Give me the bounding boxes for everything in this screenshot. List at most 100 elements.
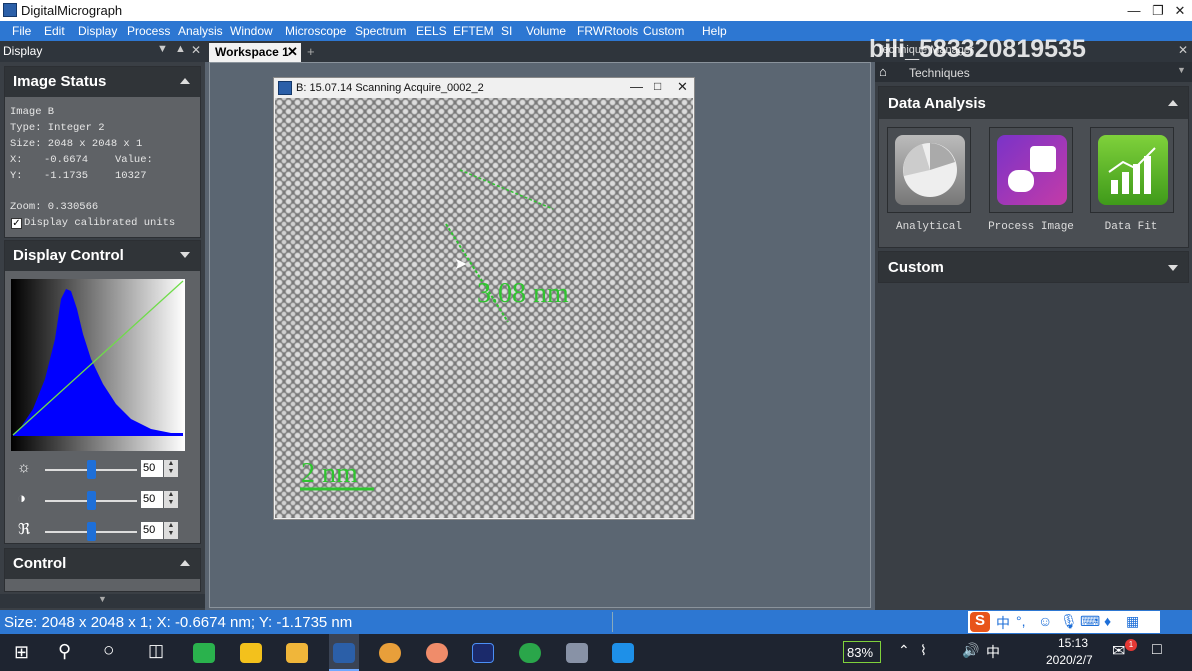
brightness-input[interactable]: 50 (141, 460, 163, 477)
custom-section-header[interactable]: Custom (878, 251, 1189, 283)
wifi-icon[interactable]: ⌇ (920, 642, 927, 659)
techniques-label: Techniques (909, 66, 970, 80)
contrast-input[interactable]: 50 (141, 491, 163, 508)
menu-help[interactable]: Help (702, 24, 727, 38)
gamma-stepper[interactable]: ▲ ▼ (164, 522, 178, 539)
menu-process[interactable]: Process (127, 24, 170, 38)
close-tab-icon[interactable]: ✕ (287, 44, 298, 60)
pinwheel-app-icon[interactable] (379, 643, 401, 663)
ime-mode[interactable]: 中 (996, 613, 1010, 633)
process-image-tile[interactable] (989, 127, 1073, 213)
image-window-title: B: 15.07.14 Scanning Acquire_0002_2 (296, 82, 484, 94)
add-tab-icon[interactable]: + (307, 44, 315, 59)
pin-icon[interactable]: ▲ (175, 43, 186, 55)
windows-start-icon[interactable]: ⊞ (14, 642, 29, 663)
menu-spectrum[interactable]: Spectrum (355, 24, 406, 38)
clock-time[interactable]: 15:13 (1058, 636, 1088, 650)
maximize-button[interactable]: ❐ (1146, 0, 1170, 21)
voice-icon[interactable]: 🎙 (1060, 613, 1078, 630)
calibrated-units-label: Display calibrated units (24, 217, 176, 229)
value-label: Value: (115, 154, 153, 166)
wps-icon[interactable] (612, 643, 634, 663)
photoshop-icon[interactable] (472, 643, 494, 663)
contrast-icon: ◑ (17, 490, 27, 507)
workspace-tab-label: Workspace 1 (215, 45, 289, 59)
task-view-icon[interactable]: ◫ (148, 641, 164, 661)
volume-icon[interactable]: 🔊 (962, 642, 979, 659)
histogram-plot[interactable] (11, 279, 185, 451)
gamma-input[interactable]: 50 (141, 522, 163, 539)
menu-eftem[interactable]: EFTEM (453, 24, 494, 38)
digitalmicrograph-taskbar-icon[interactable] (333, 643, 355, 663)
hrtem-image[interactable]: 3.08 nm 2 nm ➤ (275, 98, 693, 518)
process-image-label: Process Image (988, 221, 1074, 233)
wechat-icon[interactable] (193, 643, 215, 663)
menu-eels[interactable]: EELS (416, 24, 447, 38)
menu-si[interactable]: SI (501, 24, 512, 38)
close-right-panel-icon[interactable]: ✕ (1178, 43, 1188, 57)
clock-date[interactable]: 2020/2/7 (1046, 653, 1093, 667)
control-header[interactable]: Control (5, 549, 200, 579)
measurement-label[interactable]: 3.08 nm (477, 278, 569, 310)
panel-scroll-down[interactable]: ▼ (0, 594, 205, 608)
battery-indicator[interactable]: 83% (843, 641, 881, 663)
sogou-icon[interactable]: S (970, 612, 990, 632)
collapse-icon (180, 560, 190, 566)
display-control-section: Display Control ☼ 50 ▲ ▼ ◑ 50 ▲ ▼ ℜ 50 ▲ ▼ (4, 240, 201, 544)
brightness-slider-thumb[interactable] (87, 460, 96, 479)
qq-icon[interactable] (240, 643, 262, 663)
data-analysis-header[interactable]: Data Analysis (879, 87, 1188, 119)
techniques-dropdown-icon[interactable]: ▼ (1177, 65, 1186, 75)
brightness-icon: ☼ (17, 459, 31, 476)
close-panel-icon[interactable]: ✕ (191, 43, 201, 57)
minimize-button[interactable]: — (1122, 0, 1146, 21)
brightness-stepper[interactable]: ▲ ▼ (164, 460, 178, 477)
display-panel-tab[interactable]: Display ▼ ▲ ✕ (0, 41, 205, 62)
tray-ime-indicator[interactable]: 中 (986, 642, 1000, 662)
menu-volume[interactable]: Volume (526, 24, 566, 38)
feather-app-icon[interactable] (566, 643, 588, 663)
keyboard-icon[interactable]: ⌨ (1080, 613, 1100, 630)
menu-edit[interactable]: Edit (44, 24, 65, 38)
contrast-stepper[interactable]: ▲ ▼ (164, 491, 178, 508)
ime-toolbar[interactable]: S 中 °, ☺ 🎙 ⌨ ♦ ▦ (968, 611, 1160, 633)
image-minimize-button[interactable]: — (630, 79, 643, 94)
pixel-value: 10327 (115, 170, 147, 182)
close-button[interactable]: ✕ (1168, 0, 1192, 21)
display-control-header[interactable]: Display Control (5, 241, 200, 271)
image-close-button[interactable]: ✕ (677, 79, 688, 95)
gamma-slider-thumb[interactable] (87, 522, 96, 541)
menu-microscope[interactable]: Microscope (285, 24, 346, 38)
tray-up-arrow-icon[interactable]: ⌃ (898, 642, 910, 659)
menu-file[interactable]: File (12, 24, 31, 38)
data-fit-tile[interactable] (1090, 127, 1174, 213)
image-maximize-button[interactable]: □ (654, 79, 661, 93)
menu-analysis[interactable]: Analysis (178, 24, 223, 38)
home-icon[interactable]: ⌂ (879, 64, 887, 79)
image-status-header[interactable]: Image Status (5, 67, 200, 97)
histogram-fill (13, 289, 183, 436)
menu-custom[interactable]: Custom (643, 24, 684, 38)
action-center-icon[interactable]: □ (1152, 641, 1162, 659)
skin-icon[interactable]: ♦ (1104, 613, 1111, 629)
taskbar: ⊞ ⚲ ○ ◫ 83% ⌃ ⌇ 🔊 中 15:13 2020/2/7 ✉ 1 □ (0, 634, 1192, 671)
menu-display[interactable]: Display (78, 24, 117, 38)
menu-window[interactable]: Window (230, 24, 273, 38)
punctuation-icon[interactable]: °, (1016, 613, 1026, 629)
toolbox-icon[interactable]: ▦ (1126, 613, 1139, 630)
tab-workspace-1[interactable]: Workspace 1 ✕ (209, 43, 301, 62)
search-icon[interactable]: ⚲ (58, 641, 71, 662)
measurement-line[interactable] (459, 169, 554, 210)
calibrated-units-checkbox[interactable]: ✓ (11, 218, 22, 229)
cortana-icon[interactable]: ○ (103, 640, 114, 662)
browser-icon[interactable] (519, 643, 541, 663)
emoji-icon[interactable]: ☺ (1038, 613, 1052, 629)
dropdown-icon[interactable]: ▼ (157, 43, 168, 55)
analytical-tile[interactable] (887, 127, 971, 213)
contrast-slider-thumb[interactable] (87, 491, 96, 510)
image-window-icon (278, 81, 292, 95)
file-explorer-icon[interactable] (286, 643, 308, 663)
menu-frwrtools[interactable]: FRWRtools (577, 24, 638, 38)
photo-app-icon[interactable] (426, 643, 448, 663)
notification-icon[interactable]: ✉ (1112, 641, 1125, 661)
